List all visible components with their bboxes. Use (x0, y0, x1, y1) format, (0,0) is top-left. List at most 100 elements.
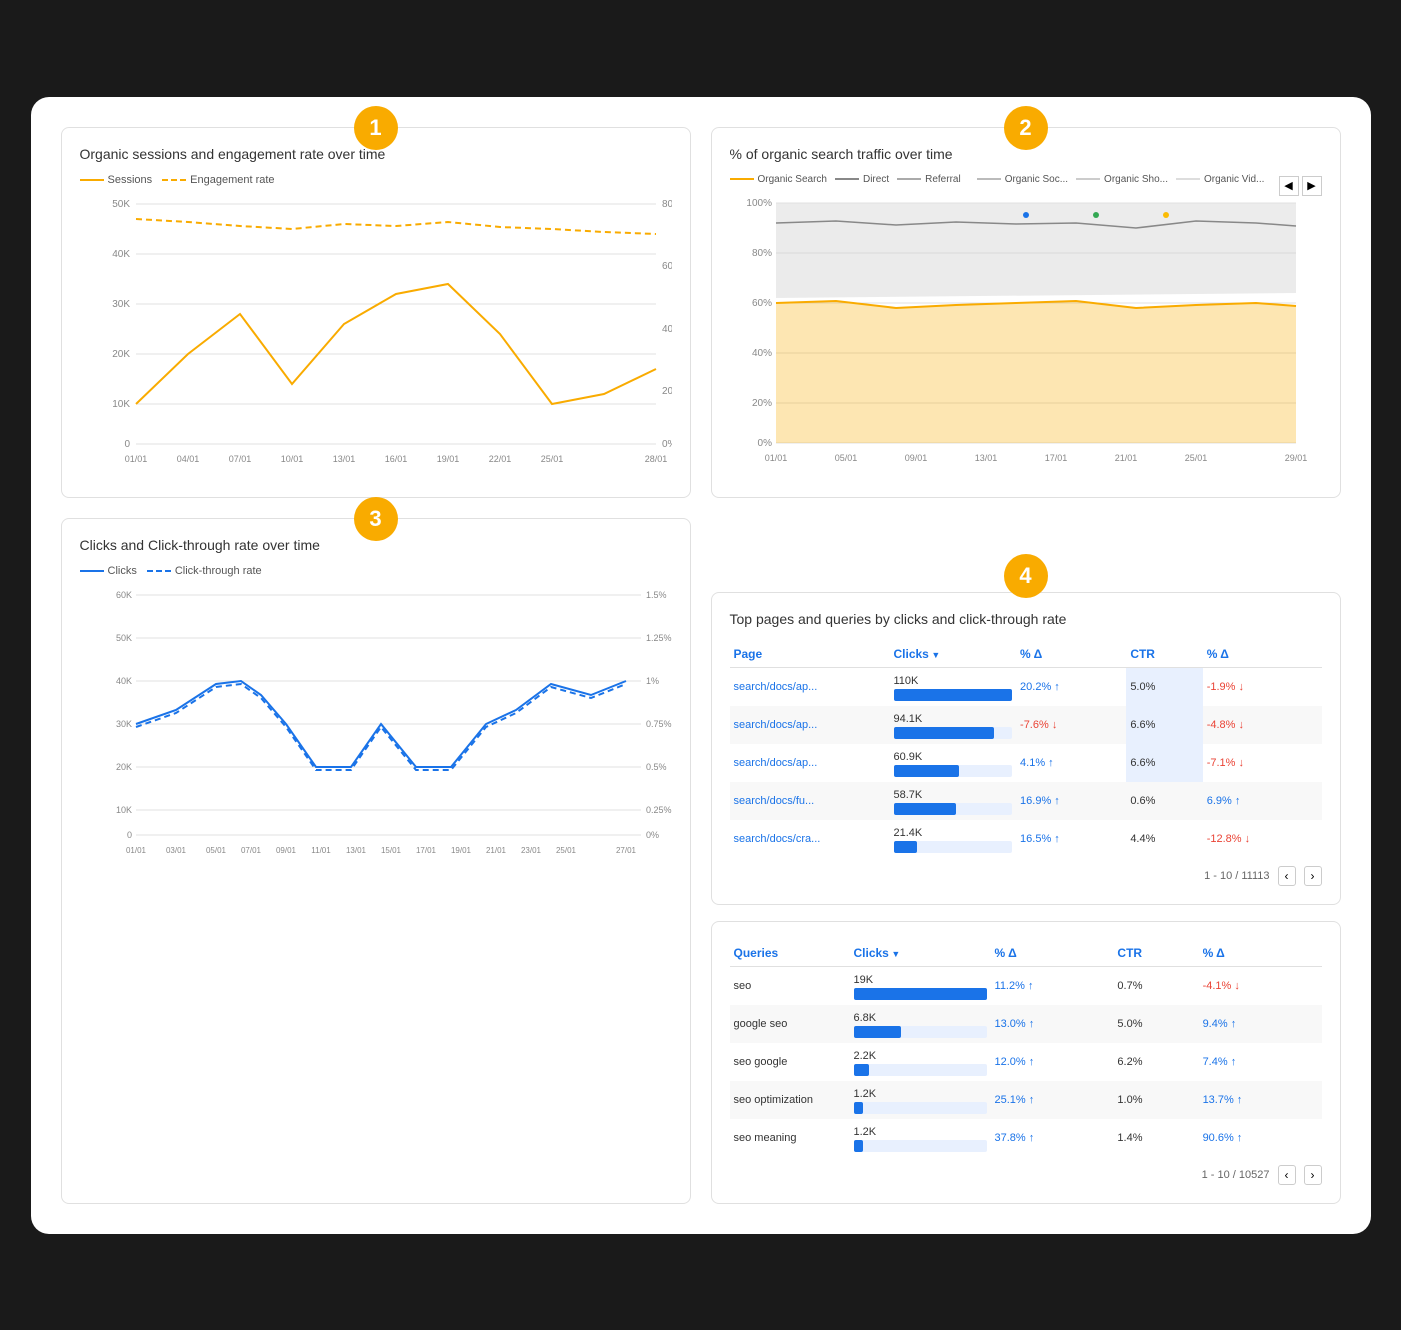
svg-text:29/01: 29/01 (1284, 453, 1307, 463)
page-ctr: 4.4% (1126, 820, 1202, 858)
svg-text:17/01: 17/01 (1044, 453, 1067, 463)
svg-text:0.25%: 0.25% (646, 805, 672, 815)
pages-table-row: search/docs/fu... 58.7K 16.9% ↑ 0.6% 6.9… (730, 782, 1322, 820)
svg-text:03/01: 03/01 (165, 846, 186, 855)
page-ctr-delta: -7.1% ↓ (1203, 744, 1322, 782)
queries-table-row: seo optimization 1.2K 25.1% ↑ 1.0% 13.7%… (730, 1081, 1322, 1119)
svg-text:0.75%: 0.75% (646, 719, 672, 729)
svg-text:25/01: 25/01 (540, 454, 563, 464)
legend-organic-sho: Organic Sho... (1104, 174, 1168, 185)
pages-table-card: Top pages and queries by clicks and clic… (711, 592, 1341, 905)
page-clicks-cell: 21.4K (890, 820, 1017, 858)
svg-text:30K: 30K (112, 299, 130, 310)
pages-table-row: search/docs/ap... 110K 20.2% ↑ 5.0% -1.9… (730, 667, 1322, 706)
legend-sessions: Sessions (80, 174, 153, 186)
badge-3: 3 (354, 497, 398, 541)
svg-text:05/01: 05/01 (834, 453, 857, 463)
svg-text:09/01: 09/01 (275, 846, 296, 855)
card-organic-traffic: 2 % of organic search traffic over time … (711, 127, 1341, 498)
svg-text:07/01: 07/01 (228, 454, 251, 464)
card-top-pages: 4 Top pages and queries by clicks and cl… (711, 518, 1341, 1204)
svg-text:60K: 60K (115, 590, 131, 600)
svg-text:40K: 40K (115, 676, 131, 686)
pages-table-row: search/docs/cra... 21.4K 16.5% ↑ 4.4% -1… (730, 820, 1322, 858)
queries-pagination-label: 1 - 10 / 10527 (1202, 1169, 1270, 1181)
svg-text:40%: 40% (751, 348, 771, 359)
queries-col-ctr: CTR (1113, 940, 1198, 967)
queries-col-delta: % Δ (991, 940, 1114, 967)
queries-prev-btn[interactable]: ‹ (1278, 1165, 1296, 1185)
svg-text:17/01: 17/01 (415, 846, 436, 855)
svg-text:60%: 60% (662, 261, 672, 272)
chart2-legend: Organic Search Direct Referral Organic S… (730, 174, 1322, 185)
query-delta: 12.0% ↑ (991, 1043, 1114, 1081)
chart1-legend: Sessions Engagement rate (80, 174, 672, 186)
svg-text:0%: 0% (757, 438, 772, 449)
page-ctr-delta: -4.8% ↓ (1203, 706, 1322, 744)
queries-next-btn[interactable]: › (1304, 1165, 1322, 1185)
svg-text:1.25%: 1.25% (646, 633, 672, 643)
page-ctr: 6.6% (1126, 744, 1202, 782)
query-ctr: 1.0% (1113, 1081, 1198, 1119)
svg-text:11/01: 11/01 (311, 846, 331, 855)
queries-table: Queries Clicks % Δ CTR % Δ seo 19K 11.2%… (730, 940, 1322, 1157)
pages-next-btn[interactable]: › (1304, 866, 1322, 886)
pages-col-clicks[interactable]: Clicks (890, 641, 1017, 668)
engagement-line-icon (162, 179, 186, 181)
chart3-legend: Clicks Click-through rate (80, 565, 672, 577)
page-ctr-delta: 6.9% ↑ (1203, 782, 1322, 820)
dashboard: 1 Organic sessions and engagement rate o… (31, 97, 1371, 1234)
svg-text:07/01: 07/01 (240, 846, 261, 855)
query-ctr-delta: -4.1% ↓ (1199, 966, 1322, 1005)
svg-text:50K: 50K (115, 633, 131, 643)
svg-text:0: 0 (126, 830, 131, 840)
page-clicks-cell: 58.7K (890, 782, 1017, 820)
organic-search-icon (730, 178, 754, 180)
pages-pagination: 1 - 10 / 11113 ‹ › (730, 866, 1322, 886)
queries-table-card: Queries Clicks % Δ CTR % Δ seo 19K 11.2%… (711, 921, 1341, 1204)
legend-engagement-label: Engagement rate (190, 174, 274, 186)
query-ctr-delta: 9.4% ↑ (1199, 1005, 1322, 1043)
organic-sho-icon (1076, 178, 1100, 180)
page-name: search/docs/fu... (730, 782, 890, 820)
page-clicks-cell: 110K (890, 667, 1017, 706)
svg-text:28/01: 28/01 (644, 454, 667, 464)
svg-text:09/01: 09/01 (904, 453, 927, 463)
legend-direct: Direct (863, 174, 889, 185)
pages-table-row: search/docs/ap... 60.9K 4.1% ↑ 6.6% -7.1… (730, 744, 1322, 782)
query-ctr-delta: 90.6% ↑ (1199, 1119, 1322, 1157)
page-name: search/docs/ap... (730, 744, 890, 782)
svg-text:15/01: 15/01 (380, 846, 401, 855)
page-ctr-delta: -1.9% ↓ (1203, 667, 1322, 706)
query-clicks-cell: 1.2K (850, 1119, 991, 1157)
svg-text:0.5%: 0.5% (646, 762, 667, 772)
pages-prev-btn[interactable]: ‹ (1278, 866, 1296, 886)
svg-text:19/01: 19/01 (450, 846, 471, 855)
page-delta: 4.1% ↑ (1016, 744, 1126, 782)
svg-text:19/01: 19/01 (436, 454, 459, 464)
page-clicks-cell: 94.1K (890, 706, 1017, 744)
svg-text:01/01: 01/01 (124, 454, 147, 464)
svg-text:20K: 20K (112, 349, 130, 360)
svg-text:30K: 30K (115, 719, 131, 729)
page-ctr-delta: -12.8% ↓ (1203, 820, 1322, 858)
legend-organic-vid: Organic Vid... (1204, 174, 1264, 185)
legend-clicks-label: Clicks (108, 565, 137, 577)
svg-text:60%: 60% (751, 298, 771, 309)
query-delta: 25.1% ↑ (991, 1081, 1114, 1119)
chart3-svg: 60K 50K 40K 30K 20K 10K 0 1.5% 1.25% 1% … (80, 585, 672, 865)
svg-text:01/01: 01/01 (125, 846, 146, 855)
queries-col-clicks[interactable]: Clicks (850, 940, 991, 967)
badge-4: 4 (1004, 554, 1048, 598)
pages-col-page: Page (730, 641, 890, 668)
svg-text:0%: 0% (646, 830, 659, 840)
card-organic-sessions: 1 Organic sessions and engagement rate o… (61, 127, 691, 498)
query-ctr: 6.2% (1113, 1043, 1198, 1081)
legend-ctr-label: Click-through rate (175, 565, 262, 577)
queries-table-row: seo meaning 1.2K 37.8% ↑ 1.4% 90.6% ↑ (730, 1119, 1322, 1157)
svg-text:22/01: 22/01 (488, 454, 511, 464)
query-delta: 11.2% ↑ (991, 966, 1114, 1005)
legend-organic-soc: Organic Soc... (1005, 174, 1068, 185)
svg-text:23/01: 23/01 (520, 846, 541, 855)
svg-text:13/01: 13/01 (345, 846, 366, 855)
